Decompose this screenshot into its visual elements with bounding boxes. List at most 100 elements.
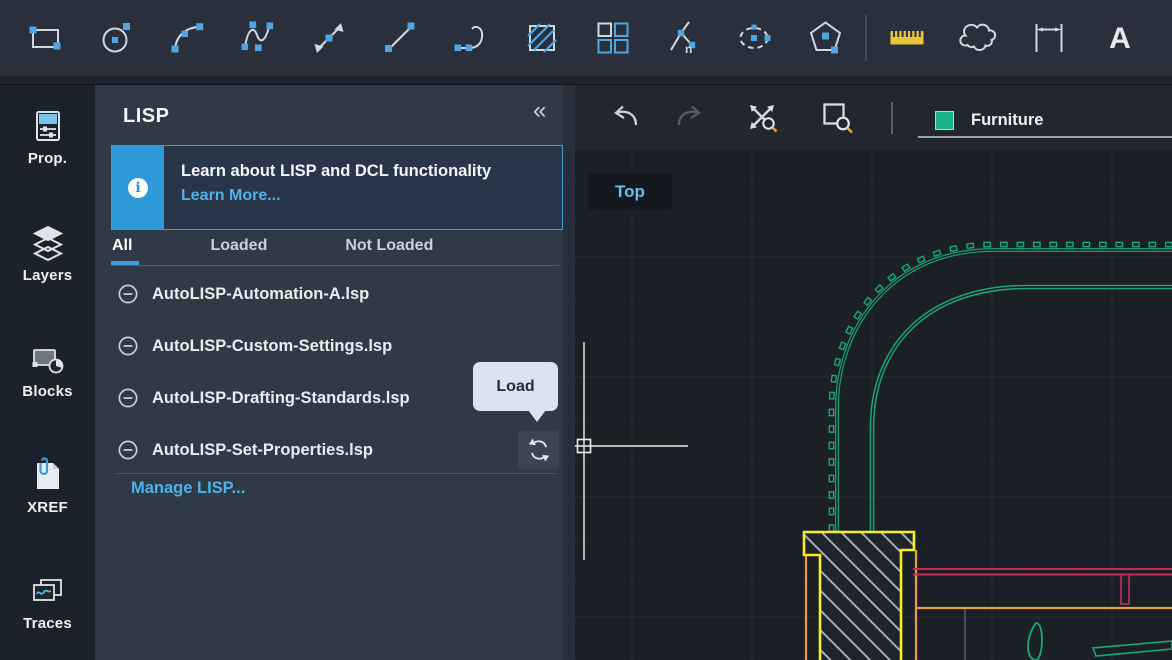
dimension-tool-button[interactable] <box>1013 0 1084 76</box>
layer-name: Furniture <box>971 111 1043 130</box>
array-tool-icon <box>591 16 635 60</box>
load-file-button[interactable] <box>518 431 559 469</box>
minus-circle-icon[interactable] <box>117 439 139 461</box>
xref-icon <box>28 456 68 496</box>
drawing-canvas[interactable] <box>575 150 1172 660</box>
revision-cloud-icon <box>956 16 1000 60</box>
rectangle-tool-button[interactable] <box>9 0 80 76</box>
lisp-file-name: AutoLISP-Set-Properties.lsp <box>152 441 373 460</box>
minus-circle-icon[interactable] <box>117 387 139 409</box>
blocks-icon <box>28 340 68 380</box>
refresh-icon <box>525 436 553 464</box>
divide-tool-button[interactable]: n <box>648 0 719 76</box>
dimension-icon <box>1027 16 1071 60</box>
move-tool-button[interactable] <box>293 0 364 76</box>
lisp-file-row[interactable]: AutoLISP-Automation-A.lsp <box>95 268 563 320</box>
tab-all[interactable]: All <box>112 237 132 255</box>
view-cube-label[interactable]: Top <box>588 173 672 210</box>
polygon-tool-button[interactable] <box>790 0 861 76</box>
layer-selector[interactable]: Furniture <box>923 103 1172 137</box>
properties-icon <box>28 107 68 147</box>
polyline-tool-icon <box>449 16 493 60</box>
lisp-file-name: AutoLISP-Drafting-Standards.lsp <box>152 389 410 408</box>
ellipse-tool-icon <box>733 16 777 60</box>
tooltip-tail <box>528 410 546 422</box>
array-tool-button[interactable] <box>577 0 648 76</box>
info-icon: i <box>128 178 148 198</box>
view-label-text: Top <box>615 182 645 202</box>
hatched-wall-column <box>804 532 914 660</box>
polygon-tool-icon <box>804 16 848 60</box>
ruler-icon <box>885 16 929 60</box>
learn-more-link[interactable]: Learn More... <box>181 187 491 205</box>
polyline-tool-button[interactable] <box>435 0 506 76</box>
hatch-tool-button[interactable] <box>506 0 577 76</box>
model-viewport[interactable]: Top <box>575 150 1172 660</box>
canvas-toolbar-separator <box>891 102 893 134</box>
plant-leaf <box>1028 623 1042 660</box>
measure-tool-button[interactable] <box>871 0 942 76</box>
palette-sidebar: Prop. Layers Blocks <box>0 85 95 660</box>
load-tooltip: Load <box>473 362 558 411</box>
layer-color-swatch <box>935 111 954 130</box>
zoom-window-icon <box>817 97 857 137</box>
zoom-extents-icon <box>742 97 782 137</box>
sidebar-item-traces[interactable]: Traces <box>0 572 95 660</box>
green-table-edge <box>1093 641 1172 656</box>
revcloud-tool-button[interactable] <box>942 0 1013 76</box>
manage-lisp-link[interactable]: Manage LISP... <box>131 479 245 498</box>
arc-tool-button[interactable] <box>151 0 222 76</box>
tab-loaded[interactable]: Loaded <box>210 237 267 255</box>
green-polyline-inner <box>872 287 1172 531</box>
info-banner: i Learn about LISP and DCL functionality… <box>111 145 563 230</box>
move-tool-icon <box>307 16 351 60</box>
circle-tool-icon <box>94 16 138 60</box>
rectangle-tool-icon <box>23 16 67 60</box>
lisp-file-name: AutoLISP-Automation-A.lsp <box>152 285 369 304</box>
info-banner-accent: i <box>112 146 164 229</box>
toolbar-separator <box>865 15 867 61</box>
svg-text:n: n <box>685 42 692 56</box>
active-tab-indicator <box>111 261 139 265</box>
sidebar-item-layers[interactable]: Layers <box>0 224 95 324</box>
spline-tool-icon <box>236 16 280 60</box>
toolbar-bottom-strip <box>0 76 1172 84</box>
circle-tool-button[interactable] <box>80 0 151 76</box>
lisp-file-row[interactable]: AutoLISP-Set-Properties.lsp <box>95 424 563 476</box>
zoom-window-button[interactable] <box>815 95 859 139</box>
divide-tool-icon: n <box>662 16 706 60</box>
minus-circle-icon[interactable] <box>117 283 139 305</box>
sidebar-item-properties[interactable]: Prop. <box>0 107 95 207</box>
undo-icon <box>605 97 645 137</box>
undo-button[interactable] <box>603 95 647 139</box>
arc-tool-icon <box>165 16 209 60</box>
layers-icon <box>28 224 68 264</box>
canvas-toolbar: Furniture <box>575 85 1172 150</box>
text-tool-button[interactable]: A <box>1084 0 1155 76</box>
panel-scroll-track[interactable] <box>563 85 575 660</box>
drawing-toolbar: n <box>0 0 1172 85</box>
minus-circle-icon[interactable] <box>117 335 139 357</box>
svg-text:A: A <box>1109 22 1131 55</box>
traces-icon <box>28 572 68 612</box>
sidebar-item-xref[interactable]: XREF <box>0 456 95 556</box>
line-tool-button[interactable] <box>364 0 435 76</box>
zoom-extents-button[interactable] <box>740 95 784 139</box>
load-tooltip-text: Load <box>496 378 534 396</box>
redo-icon <box>670 97 710 137</box>
lisp-panel: LISP « i Learn about LISP and DCL functi… <box>95 85 575 660</box>
sidebar-item-blocks[interactable]: Blocks <box>0 340 95 440</box>
hatch-tool-icon <box>520 16 564 60</box>
redo-button[interactable] <box>668 95 712 139</box>
lisp-tabs: All Loaded Not Loaded <box>112 237 433 255</box>
collapse-panel-button[interactable]: « <box>533 97 544 125</box>
tabs-separator <box>111 265 559 266</box>
app-window: n <box>0 0 1172 660</box>
ellipse-tool-button[interactable] <box>719 0 790 76</box>
layer-selector-underline <box>918 136 1172 138</box>
panel-title: LISP <box>123 105 169 128</box>
tab-not-loaded[interactable]: Not Loaded <box>345 237 433 255</box>
lisp-file-name: AutoLISP-Custom-Settings.lsp <box>152 337 392 356</box>
banner-text: Learn about LISP and DCL functionality <box>181 162 491 181</box>
spline-tool-button[interactable] <box>222 0 293 76</box>
